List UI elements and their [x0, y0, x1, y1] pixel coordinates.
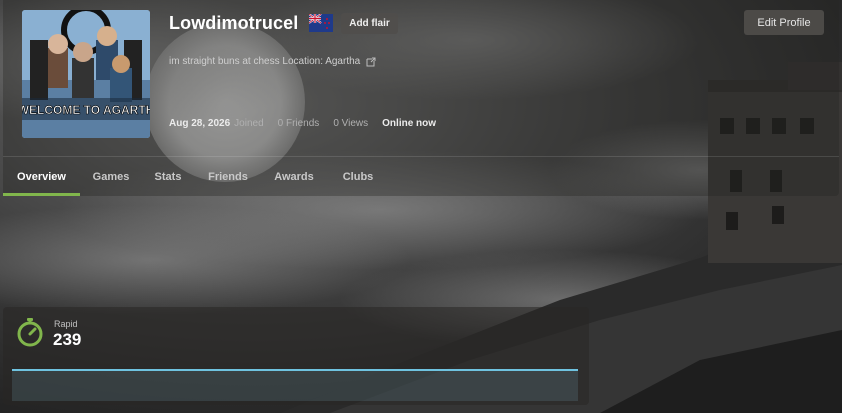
rating-chart-line	[12, 369, 578, 371]
avatar-image: WELCOME TO AGARTH	[22, 10, 150, 138]
online-status: Online now	[382, 118, 437, 129]
stopwatch-icon	[17, 318, 43, 347]
avatar-caption: WELCOME TO AGARTH	[22, 103, 150, 117]
profile-bio: im straight buns at chess Location: Agar…	[169, 56, 376, 67]
new-zealand-flag-icon	[309, 14, 333, 32]
tab-stats[interactable]: Stats	[146, 157, 190, 196]
avatar[interactable]: WELCOME TO AGARTH	[22, 10, 150, 138]
joined-label: Joined	[234, 118, 264, 129]
rating-type-label: Rapid	[54, 319, 78, 329]
tab-clubs[interactable]: Clubs	[336, 157, 380, 196]
bio-text: im straight buns at chess Location: Agar…	[169, 56, 361, 67]
add-flair-button[interactable]: Add flair	[341, 13, 398, 34]
edit-profile-button[interactable]: Edit Profile	[744, 10, 824, 35]
tab-awards[interactable]: Awards	[266, 157, 322, 196]
friends-count[interactable]: 0 Friends	[278, 118, 320, 129]
rating-value: 239	[53, 330, 82, 349]
external-link-icon[interactable]	[366, 57, 376, 67]
tab-overview[interactable]: Overview	[3, 157, 80, 196]
profile-stats-line: Aug 28, 2026 Joined 0 Friends 0 Views On…	[169, 118, 436, 129]
joined-date: Aug 28, 2026	[169, 118, 231, 129]
username[interactable]: Lowdimotrucel	[169, 13, 298, 34]
tab-friends[interactable]: Friends	[202, 157, 254, 196]
tab-games[interactable]: Games	[84, 157, 138, 196]
rating-card-rapid[interactable]: Rapid 239	[3, 307, 589, 405]
profile-tabs: Overview Games Stats Friends Awards Club…	[3, 157, 380, 196]
views-count: 0 Views	[333, 118, 369, 129]
rating-chart	[12, 369, 578, 401]
